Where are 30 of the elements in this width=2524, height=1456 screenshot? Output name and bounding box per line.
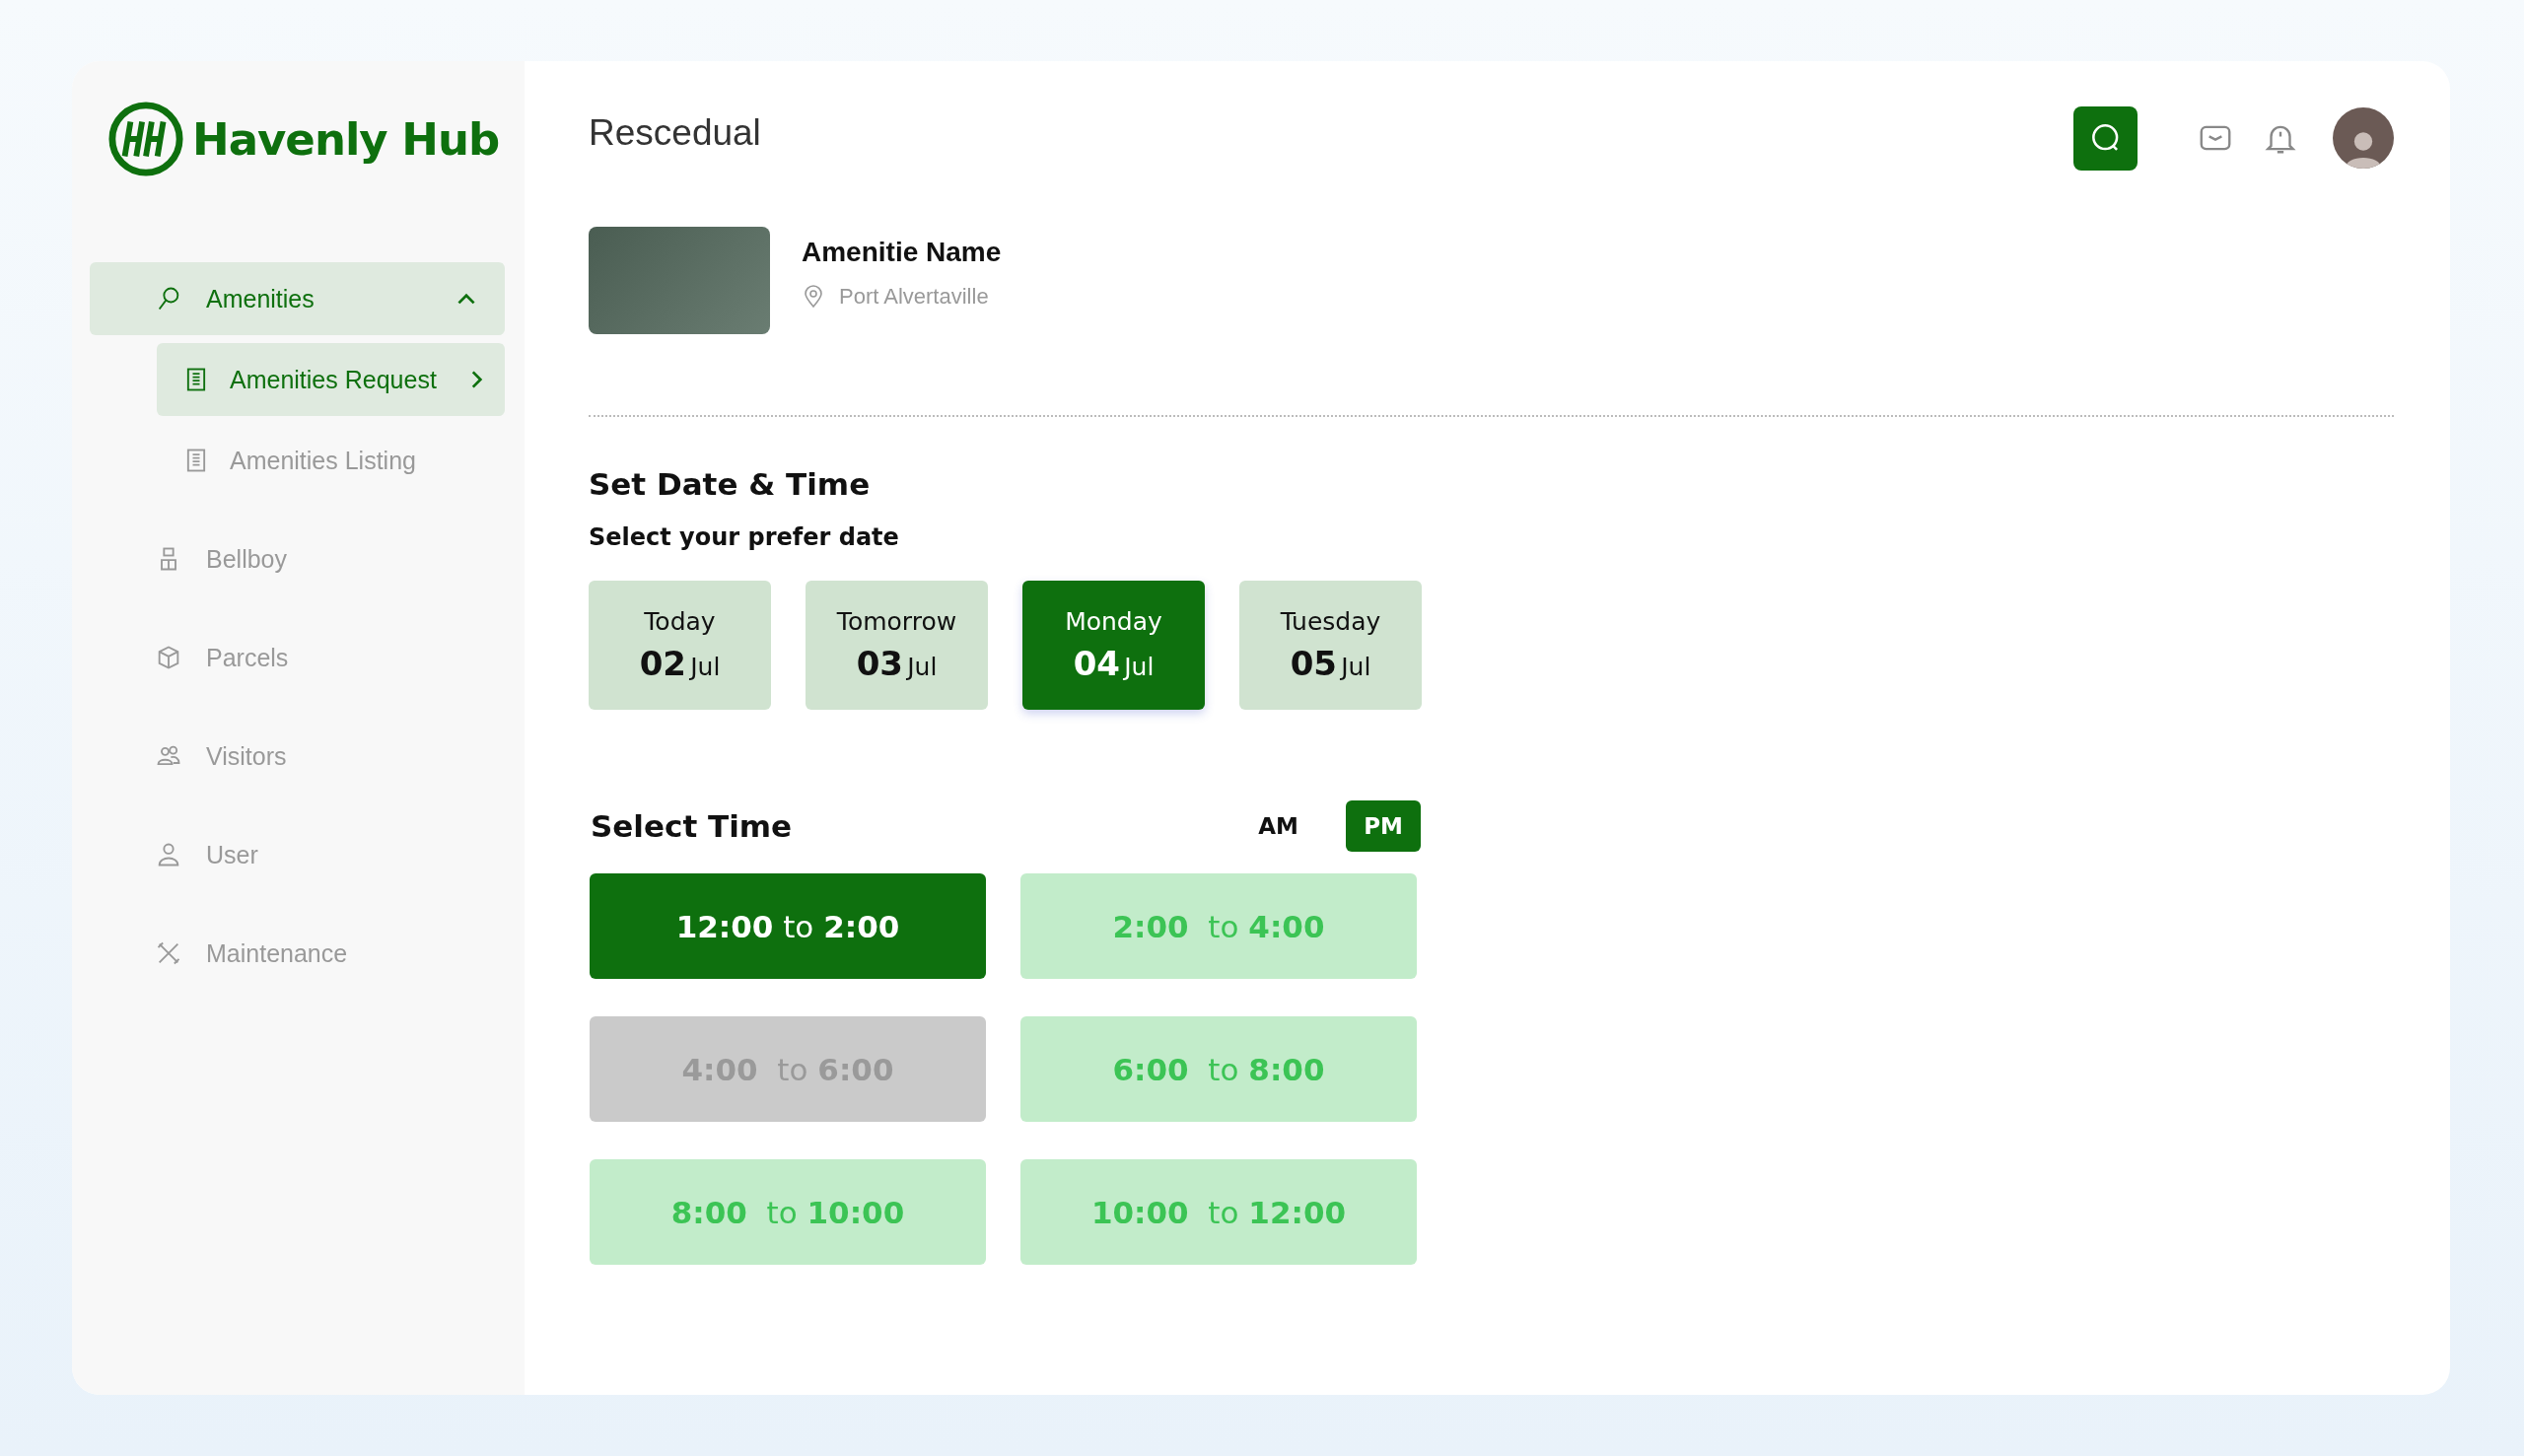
brand-name: Havenly Hub	[192, 112, 500, 166]
section-title: Select Time	[591, 808, 794, 844]
location-text: Port Alvertaville	[839, 284, 989, 310]
period-toggle[interactable]: PM	[1346, 800, 1421, 852]
sidebar-item[interactable]: Visitors	[90, 720, 505, 793]
amenity-name: Amenitie Name	[802, 237, 1002, 268]
date-card[interactable]: Today 02 Jul	[589, 581, 771, 710]
date-card[interactable]: Monday 04Jul	[1022, 581, 1205, 710]
page-title: Rescedual	[589, 112, 762, 154]
search-button[interactable]	[2073, 105, 2138, 171]
logo-icon	[107, 101, 184, 177]
time-slot[interactable]: 10:00 to 12:00	[1020, 1159, 1417, 1265]
location-pin-icon	[802, 285, 825, 309]
date-card[interactable]: Tomorrow 03 Jul	[806, 581, 988, 710]
time-slot[interactable]: 6:00 to 8:00	[1020, 1016, 1417, 1122]
time-slot[interactable]: 8:00 to 10:00	[590, 1159, 986, 1265]
section-title: Set Date & Time	[589, 466, 872, 502]
sidebar-subitem[interactable]: Amenities Request	[157, 343, 505, 416]
sidebar-item[interactable]: Bellboy	[90, 522, 505, 595]
date-card[interactable]: Tuesday 05Jul	[1239, 581, 1422, 710]
tools-icon	[155, 939, 182, 967]
sidebar-item[interactable]: Amenities	[90, 262, 505, 335]
time-slot[interactable]: 12:00 to 2:00	[590, 873, 986, 979]
sidebar-subitem[interactable]: Amenities Listing	[157, 424, 505, 497]
sidebar-item[interactable]: Maintenance	[90, 917, 505, 990]
time-slot[interactable]: 2:00 to 4:00	[1020, 873, 1417, 979]
section-subtitle: Select your prefer date	[589, 523, 900, 551]
period-toggle[interactable]: AM	[1246, 800, 1310, 852]
sidebar-item[interactable]: Parcels	[90, 621, 505, 694]
sidebar-item[interactable]: User	[90, 818, 505, 891]
